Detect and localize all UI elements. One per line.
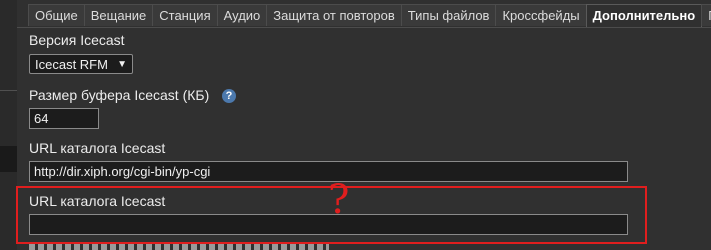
directory-url-label: URL каталога Icecast (29, 140, 166, 156)
tab-station[interactable]: Станция (152, 4, 218, 26)
tab-repeat-protection[interactable]: Защита от повторов (266, 4, 402, 26)
tab-truncated[interactable]: Пр (701, 4, 711, 26)
tab-general[interactable]: Общие (28, 4, 85, 26)
help-icon[interactable]: ? (222, 89, 236, 103)
annotation-question-mark: ? (328, 177, 350, 223)
chevron-down-icon: ▼ (117, 59, 127, 70)
tab-bar-divider (17, 27, 711, 28)
icecast-version-label: Версия Icecast (29, 32, 125, 48)
icecast-version-value: Icecast RFM (35, 57, 108, 72)
settings-tab-bar: Общие Вещание Станция Аудио Защита от по… (28, 4, 711, 28)
tab-file-types[interactable]: Типы файлов (400, 4, 497, 26)
tab-audio[interactable]: Аудио (216, 4, 268, 26)
tab-broadcast[interactable]: Вещание (83, 4, 154, 26)
buffer-size-label: Размер буфера Icecast (КБ) (29, 87, 210, 103)
next-label-cut-off (29, 244, 329, 250)
side-panel-edge (0, 0, 17, 250)
buffer-size-input[interactable]: 64 (29, 108, 99, 129)
side-panel-divider (0, 90, 17, 91)
tab-crossfades[interactable]: Кроссфейды (495, 4, 587, 26)
icecast-version-select[interactable]: Icecast RFM ▼ (29, 54, 133, 74)
side-panel-selected-row[interactable] (0, 146, 17, 172)
tab-advanced[interactable]: Дополнительно (585, 4, 703, 28)
